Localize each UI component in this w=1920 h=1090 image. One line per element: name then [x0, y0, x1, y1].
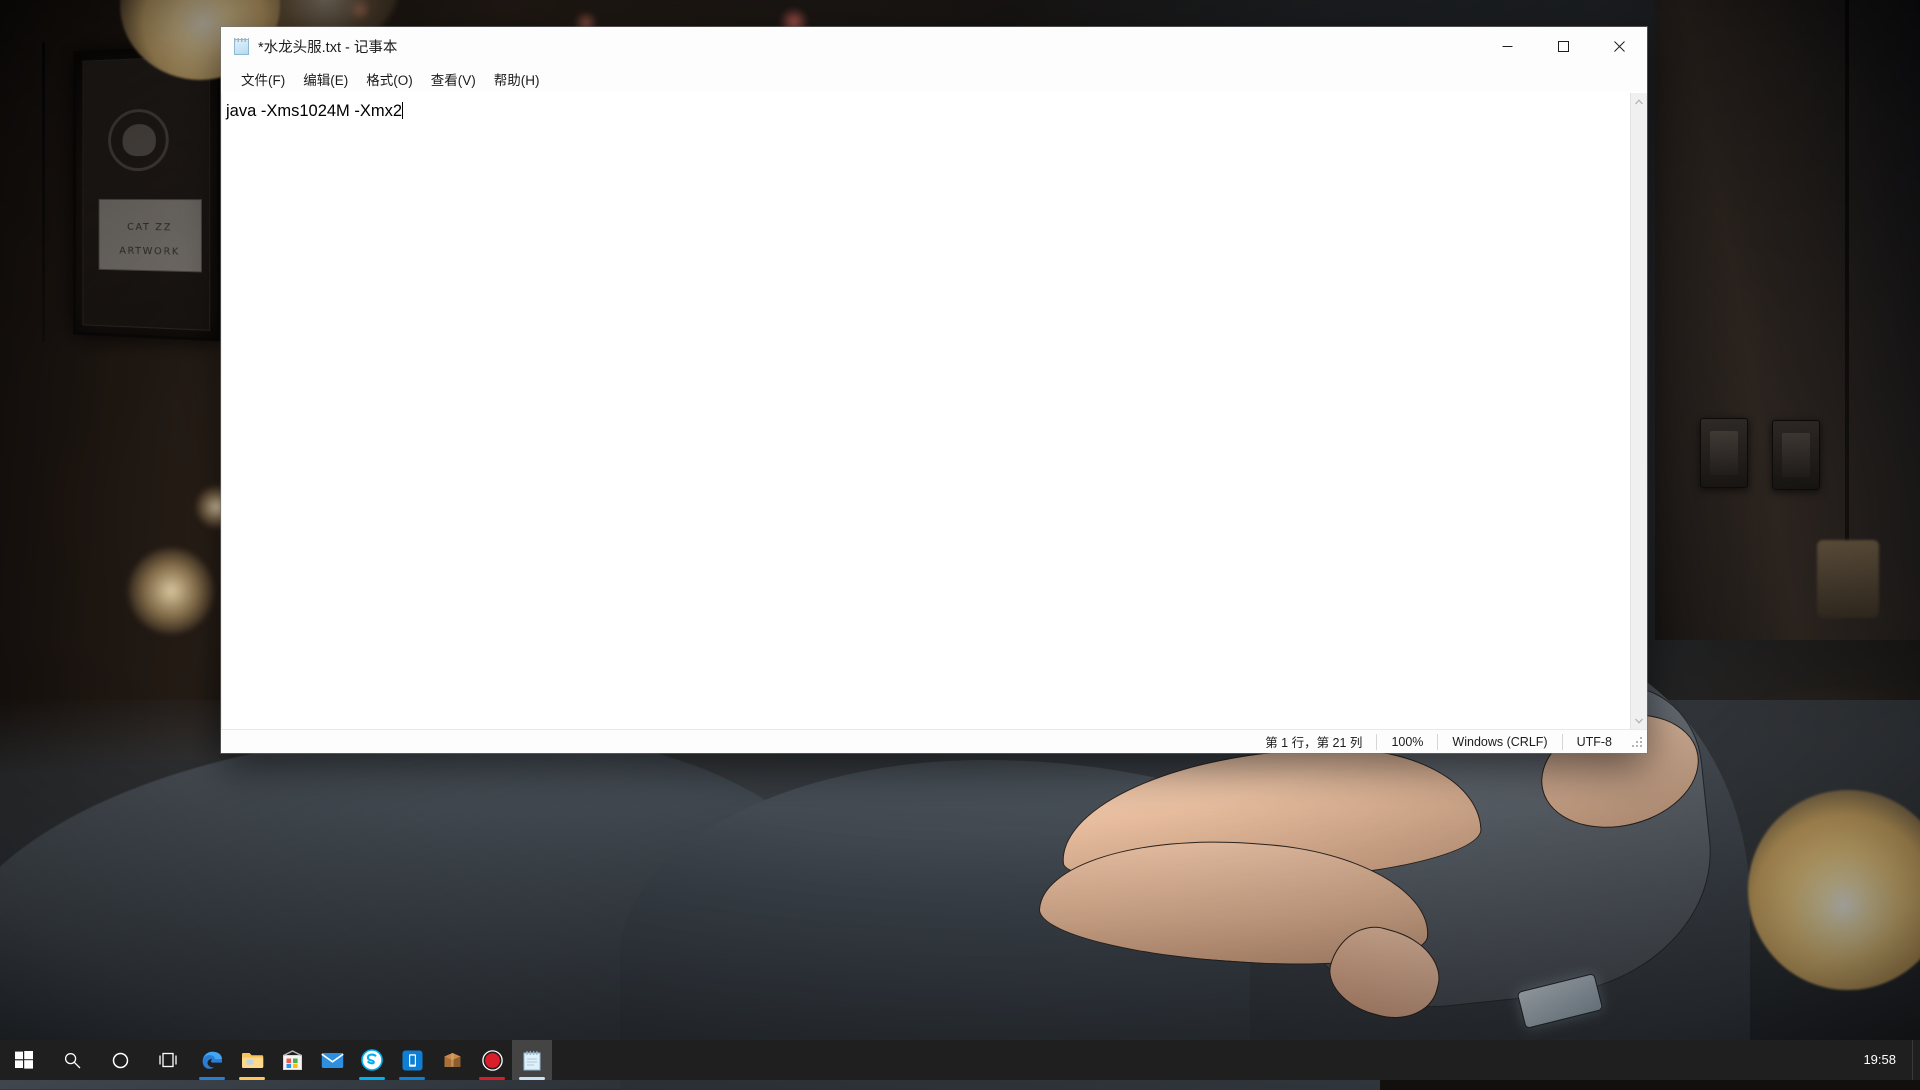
menu-format[interactable]: 格式(O): [358, 66, 421, 92]
task-view-button[interactable]: [144, 1040, 192, 1080]
wallpaper-framed-poster: CAT ZZ ARTWORK: [73, 44, 220, 341]
taskbar-app-mail[interactable]: [312, 1040, 352, 1080]
cortana-button[interactable]: [96, 1040, 144, 1080]
package-box-icon: [442, 1050, 463, 1070]
taskbar-app-phone[interactable]: [392, 1040, 432, 1080]
close-button[interactable]: [1591, 27, 1647, 66]
status-bar: 第 1 行，第 21 列 100% Windows (CRLF) UTF-8: [221, 729, 1647, 753]
wallpaper-right-wall: [1655, 0, 1920, 640]
taskbar-app-recorder[interactable]: [472, 1040, 512, 1080]
start-button[interactable]: [0, 1040, 48, 1080]
skype-s-icon: [361, 1049, 383, 1071]
window-title: *水龙头服.txt - 记事本: [258, 36, 397, 57]
taskbar-app-file-explorer[interactable]: [232, 1040, 272, 1080]
taskbar-app-notepad[interactable]: [512, 1040, 552, 1080]
menu-file[interactable]: 文件(F): [233, 66, 293, 92]
mail-icon: [321, 1052, 344, 1069]
notepad-icon: [233, 38, 251, 56]
wallpaper-wall-cable: [42, 42, 45, 342]
store-icon: [282, 1050, 303, 1071]
windows-logo-icon: [15, 1051, 33, 1069]
poster-caption-line2: ARTWORK: [100, 239, 201, 265]
show-desktop-button[interactable]: [1912, 1040, 1920, 1080]
status-zoom[interactable]: 100%: [1376, 734, 1437, 750]
status-cursor-position: 第 1 行，第 21 列: [1247, 734, 1376, 750]
taskbar-clock[interactable]: 19:58: [1863, 1040, 1912, 1080]
text-editor[interactable]: java -Xms1024M -Xmx2: [221, 93, 1630, 729]
taskbar-app-package[interactable]: [432, 1040, 472, 1080]
task-view-icon: [159, 1052, 177, 1068]
menu-view[interactable]: 查看(V): [423, 66, 484, 92]
resize-grip[interactable]: [1630, 735, 1644, 749]
taskbar-app-skype[interactable]: [352, 1040, 392, 1080]
notepad-window[interactable]: *水龙头服.txt - 记事本 文件(F) 编辑(E) 格式(O) 查看(V) …: [221, 27, 1647, 753]
wallpaper-bulb-cord: [1845, 0, 1849, 560]
wallpaper-light-switch: [1700, 418, 1748, 488]
status-line-ending[interactable]: Windows (CRLF): [1437, 734, 1561, 750]
poster-caption-line1: CAT ZZ: [100, 216, 201, 241]
vertical-scrollbar[interactable]: [1630, 93, 1647, 729]
taskbar[interactable]: 19:58: [0, 1040, 1920, 1080]
search-button[interactable]: [48, 1040, 96, 1080]
wallpaper-bulb-socket: [1817, 540, 1879, 618]
editor-text-line: java -Xms1024M -Xmx2: [226, 101, 403, 121]
title-bar[interactable]: *水龙头服.txt - 记事本: [221, 27, 1647, 66]
minimize-button[interactable]: [1479, 27, 1535, 66]
cortana-circle-icon: [112, 1052, 129, 1069]
text-caret: [402, 102, 403, 119]
menu-help[interactable]: 帮助(H): [486, 66, 548, 92]
editor-region: java -Xms1024M -Xmx2: [221, 92, 1647, 729]
maximize-button[interactable]: [1535, 27, 1591, 66]
menu-edit[interactable]: 编辑(E): [295, 66, 356, 92]
editor-text: java -Xms1024M -Xmx2: [226, 102, 402, 120]
scroll-up-arrow-icon[interactable]: [1631, 93, 1647, 110]
window-controls[interactable]: [1479, 27, 1647, 66]
scroll-down-arrow-icon[interactable]: [1631, 712, 1647, 729]
phone-icon: [402, 1050, 423, 1071]
status-encoding[interactable]: UTF-8: [1562, 734, 1626, 750]
taskbar-app-store[interactable]: [272, 1040, 312, 1080]
taskbar-app-edge[interactable]: [192, 1040, 232, 1080]
wallpaper-bokeh-light: [350, 0, 370, 20]
wallpaper-light-switch: [1772, 420, 1820, 490]
poster-caption: CAT ZZ ARTWORK: [99, 199, 202, 273]
poster-cat-icon: [108, 108, 169, 171]
menu-bar[interactable]: 文件(F) 编辑(E) 格式(O) 查看(V) 帮助(H): [221, 66, 1647, 92]
folder-icon: [241, 1050, 264, 1070]
poster-inner: CAT ZZ ARTWORK: [82, 55, 210, 331]
edge-icon: [201, 1049, 224, 1072]
wallpaper-bokeh-light: [128, 548, 214, 634]
record-circle-icon: [482, 1050, 503, 1071]
search-icon: [64, 1052, 81, 1069]
notepad-icon: [522, 1050, 542, 1071]
